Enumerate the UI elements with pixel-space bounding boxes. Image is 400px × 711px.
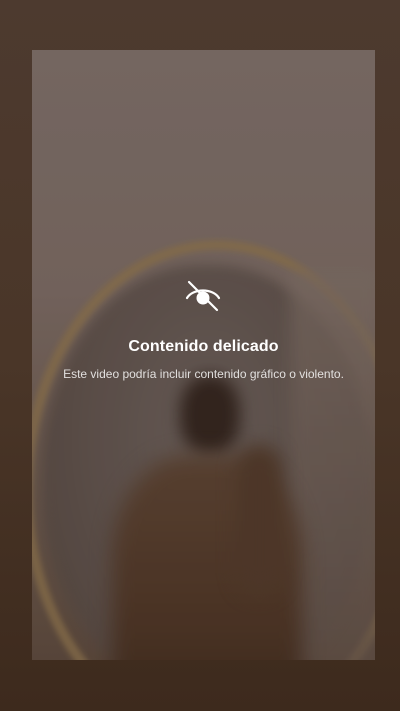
warning-description: Este video podría incluir contenido gráf… <box>63 367 344 381</box>
warning-title: Contenido delicado <box>128 338 279 355</box>
sensitive-content-warning: Contenido delicado Este video podría inc… <box>32 50 375 660</box>
story-screen: Contenido delicado Este video podría inc… <box>0 0 400 711</box>
eye-slash-icon <box>183 276 223 316</box>
blurred-video[interactable]: Contenido delicado Este video podría inc… <box>32 50 375 660</box>
